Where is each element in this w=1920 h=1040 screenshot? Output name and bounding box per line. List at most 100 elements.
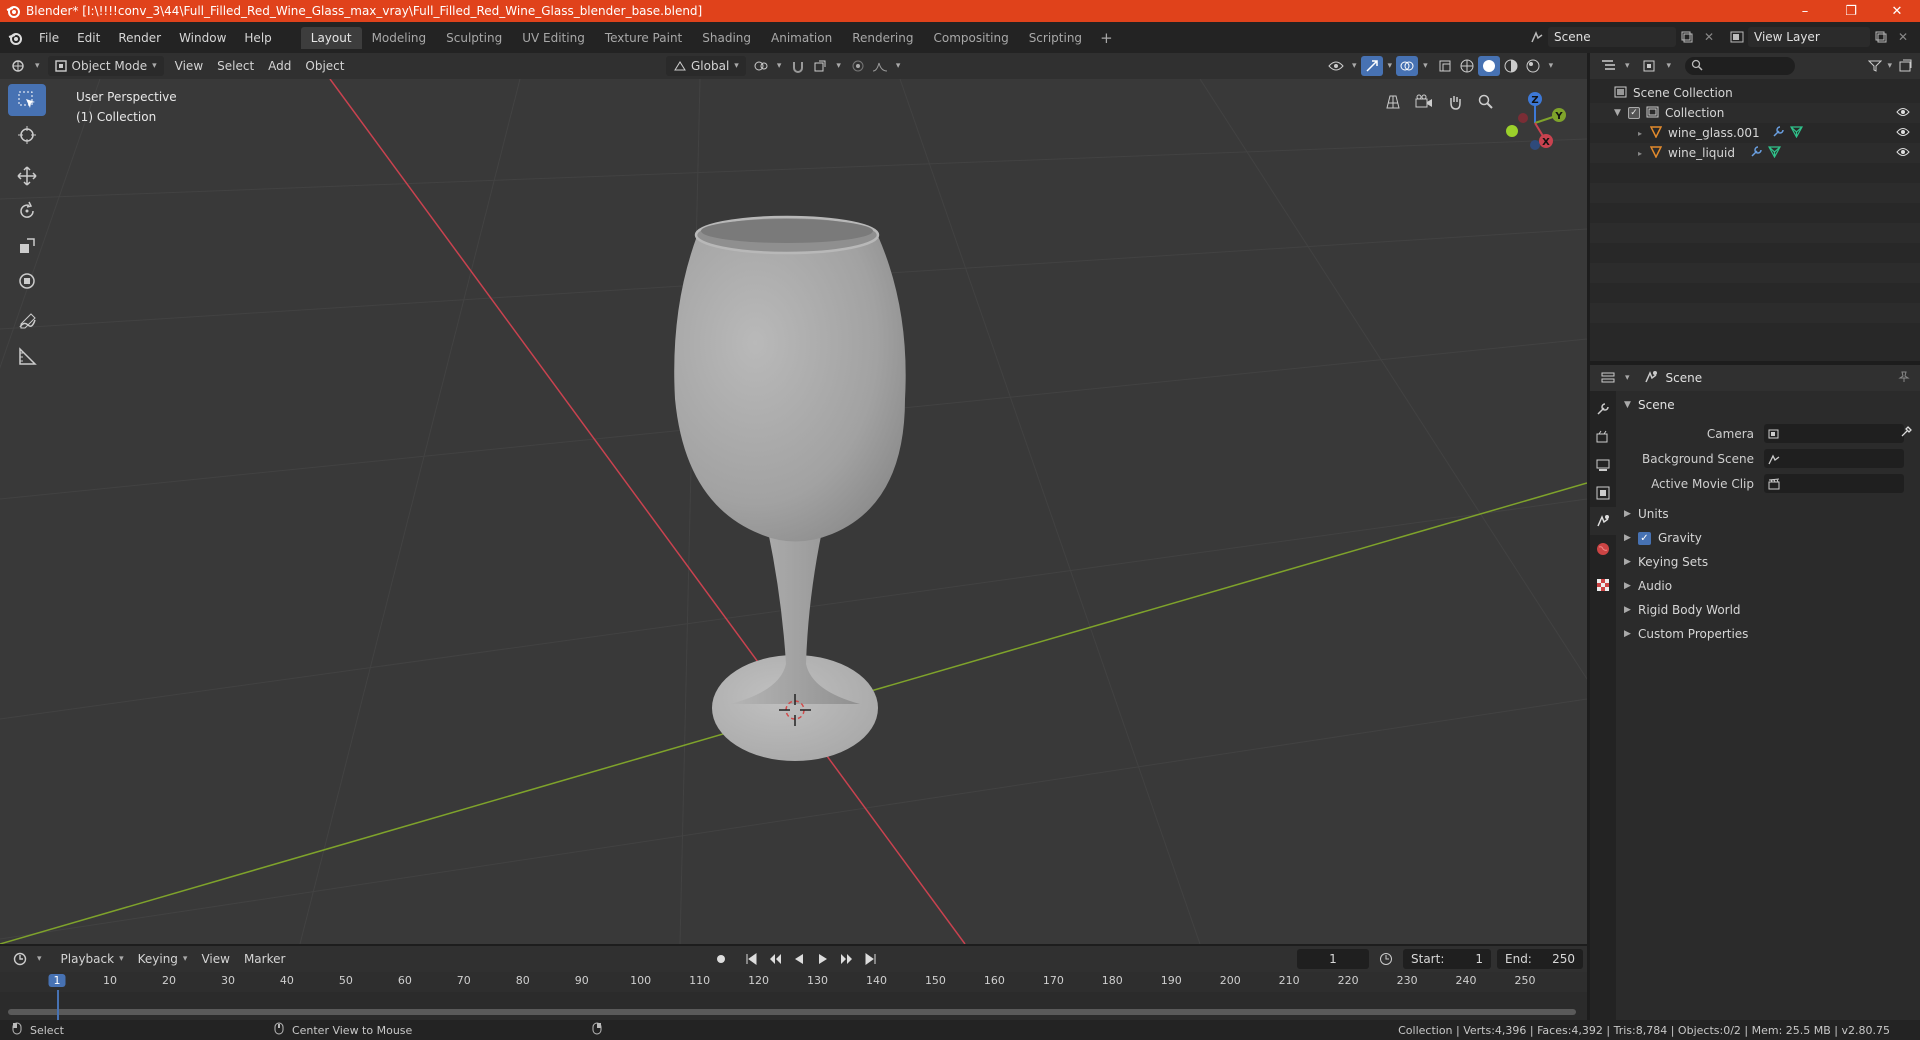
eye-icon[interactable] [1896, 146, 1910, 160]
navigation-gizmo[interactable]: Z Y X [1488, 85, 1568, 165]
start-frame-field[interactable]: Start: 1 [1403, 949, 1491, 969]
eye-icon[interactable] [1896, 126, 1910, 140]
end-frame-field[interactable]: End: 250 [1497, 949, 1583, 969]
annotate-tool[interactable] [8, 306, 46, 338]
pan-hand-icon[interactable] [1442, 89, 1468, 115]
chevron-down-icon[interactable]: ▾ [1625, 373, 1630, 383]
tab-scene[interactable] [1590, 507, 1616, 535]
view-layer-icon[interactable] [1726, 27, 1748, 47]
jump-start-icon[interactable] [740, 949, 762, 969]
background-scene-field[interactable] [1764, 449, 1904, 468]
outliner-object-row[interactable]: ▸ wine_glass.001 [1590, 123, 1920, 143]
timeline-view-menu[interactable]: View [194, 949, 236, 969]
toggle-perspective-icon[interactable] [1380, 89, 1406, 115]
xray-toggle-icon[interactable] [1434, 56, 1456, 76]
gizmo-toggle-icon[interactable] [1360, 56, 1383, 76]
gravity-checkbox[interactable]: ✓ [1638, 531, 1651, 545]
pin-icon[interactable] [1898, 371, 1910, 386]
editor-type-caret-icon[interactable]: ▾ [35, 61, 40, 71]
solid-shading-icon[interactable] [1477, 56, 1500, 76]
frame-ruler[interactable]: 1 10 20 30 40 50 60 70 80 90 100 110 120 130 140 150 160… [0, 972, 1587, 992]
play-reverse-icon[interactable] [788, 949, 810, 969]
timeline-editor-type-icon[interactable] [10, 949, 32, 969]
eyedropper-icon[interactable] [1900, 426, 1912, 441]
gravity-subpanel[interactable]: ▶ ✓ Gravity [1616, 526, 1920, 550]
tab-shading[interactable]: Shading [692, 27, 761, 49]
move-tool[interactable] [8, 160, 46, 192]
material-shading-icon[interactable] [1500, 56, 1522, 76]
chevron-down-icon[interactable]: ▾ [1667, 61, 1672, 71]
expand-icon[interactable]: ▸ [1638, 149, 1650, 158]
tab-modeling[interactable]: Modeling [362, 27, 437, 49]
new-scene-icon[interactable] [1676, 27, 1698, 47]
outliner-object-row[interactable]: ▸ wine_liquid [1590, 143, 1920, 163]
blender-menu-icon[interactable] [0, 31, 30, 45]
outliner-panel[interactable]: Scene Collection ▼ ✓ Collection ▸ wine_g… [1590, 79, 1920, 361]
keying-menu[interactable]: Keying ▾ [131, 949, 195, 969]
tab-texture[interactable] [1590, 571, 1616, 599]
maximize-button[interactable]: ❐ [1828, 0, 1874, 22]
menu-render[interactable]: Render [109, 27, 170, 49]
chevron-down-icon[interactable]: ▾ [1887, 61, 1892, 71]
jump-end-icon[interactable] [860, 949, 882, 969]
scene-collection-row[interactable]: Scene Collection [1590, 83, 1920, 103]
menu-add[interactable]: Add [261, 56, 298, 76]
movie-clip-field[interactable] [1764, 474, 1904, 493]
units-subpanel[interactable]: ▶ Units [1616, 502, 1920, 526]
tab-output[interactable] [1590, 451, 1616, 479]
audio-subpanel[interactable]: ▶ Audio [1616, 574, 1920, 598]
new-view-layer-icon[interactable] [1870, 27, 1892, 47]
tab-sculpting[interactable]: Sculpting [436, 27, 512, 49]
record-button[interactable] [710, 949, 732, 969]
transform-tool[interactable] [8, 265, 46, 297]
modifier-wrench-icon[interactable] [1750, 145, 1763, 161]
rotate-tool[interactable] [8, 195, 46, 227]
wireframe-shading-icon[interactable] [1456, 56, 1478, 76]
visibility-icon[interactable] [1325, 56, 1347, 76]
chevron-down-icon[interactable]: ▾ [1625, 61, 1630, 71]
next-keyframe-icon[interactable] [836, 949, 858, 969]
mesh-data-icon[interactable] [1767, 145, 1782, 161]
camera-field[interactable] [1764, 424, 1912, 443]
scene-selector[interactable]: Scene [1548, 27, 1676, 47]
properties-editor-type-icon[interactable] [1598, 368, 1620, 388]
outliner-search-input[interactable] [1685, 57, 1796, 75]
play-icon[interactable] [812, 949, 834, 969]
tab-layout[interactable]: Layout [300, 26, 362, 49]
tab-world[interactable] [1590, 535, 1616, 563]
current-frame-field[interactable]: 1 [1297, 949, 1369, 969]
menu-view[interactable]: View [168, 56, 210, 76]
tab-scripting[interactable]: Scripting [1019, 27, 1092, 49]
custom-properties-subpanel[interactable]: ▶ Custom Properties [1616, 622, 1920, 646]
menu-window[interactable]: Window [170, 27, 235, 49]
proportional-edit-icon[interactable] [847, 56, 869, 76]
snap-element-icon[interactable] [809, 56, 831, 76]
eye-icon[interactable] [1896, 106, 1910, 120]
display-mode-icon[interactable] [1640, 56, 1662, 76]
prev-keyframe-icon[interactable] [764, 949, 786, 969]
rendered-shading-icon[interactable] [1522, 56, 1544, 76]
add-workspace-button[interactable]: + [1092, 29, 1121, 47]
expand-icon[interactable]: ▸ [1638, 129, 1650, 138]
collection-checkbox[interactable]: ✓ [1628, 107, 1640, 119]
tab-render[interactable] [1590, 423, 1616, 451]
tab-view-layer[interactable] [1590, 479, 1616, 507]
snap-toggle-icon[interactable] [787, 56, 809, 76]
remove-scene-icon[interactable]: ✕ [1698, 27, 1720, 47]
scene-panel-header[interactable]: ▼ Scene [1616, 393, 1920, 417]
mesh-data-icon[interactable] [1789, 125, 1804, 141]
camera-view-icon[interactable] [1411, 89, 1437, 115]
modifier-wrench-icon[interactable] [1772, 125, 1785, 141]
tab-tool[interactable] [1590, 395, 1616, 423]
pivot-point-icon[interactable] [750, 56, 772, 76]
tab-uv-editing[interactable]: UV Editing [512, 27, 595, 49]
tab-rendering[interactable]: Rendering [842, 27, 923, 49]
tab-animation[interactable]: Animation [761, 27, 842, 49]
close-button[interactable]: ✕ [1874, 0, 1920, 22]
chevron-down-icon[interactable]: ▾ [37, 954, 42, 964]
tab-compositing[interactable]: Compositing [923, 27, 1018, 49]
editor-type-icon[interactable] [8, 56, 30, 76]
falloff-icon[interactable] [869, 56, 891, 76]
filter-icon[interactable] [1864, 56, 1886, 76]
menu-file[interactable]: File [30, 27, 68, 49]
